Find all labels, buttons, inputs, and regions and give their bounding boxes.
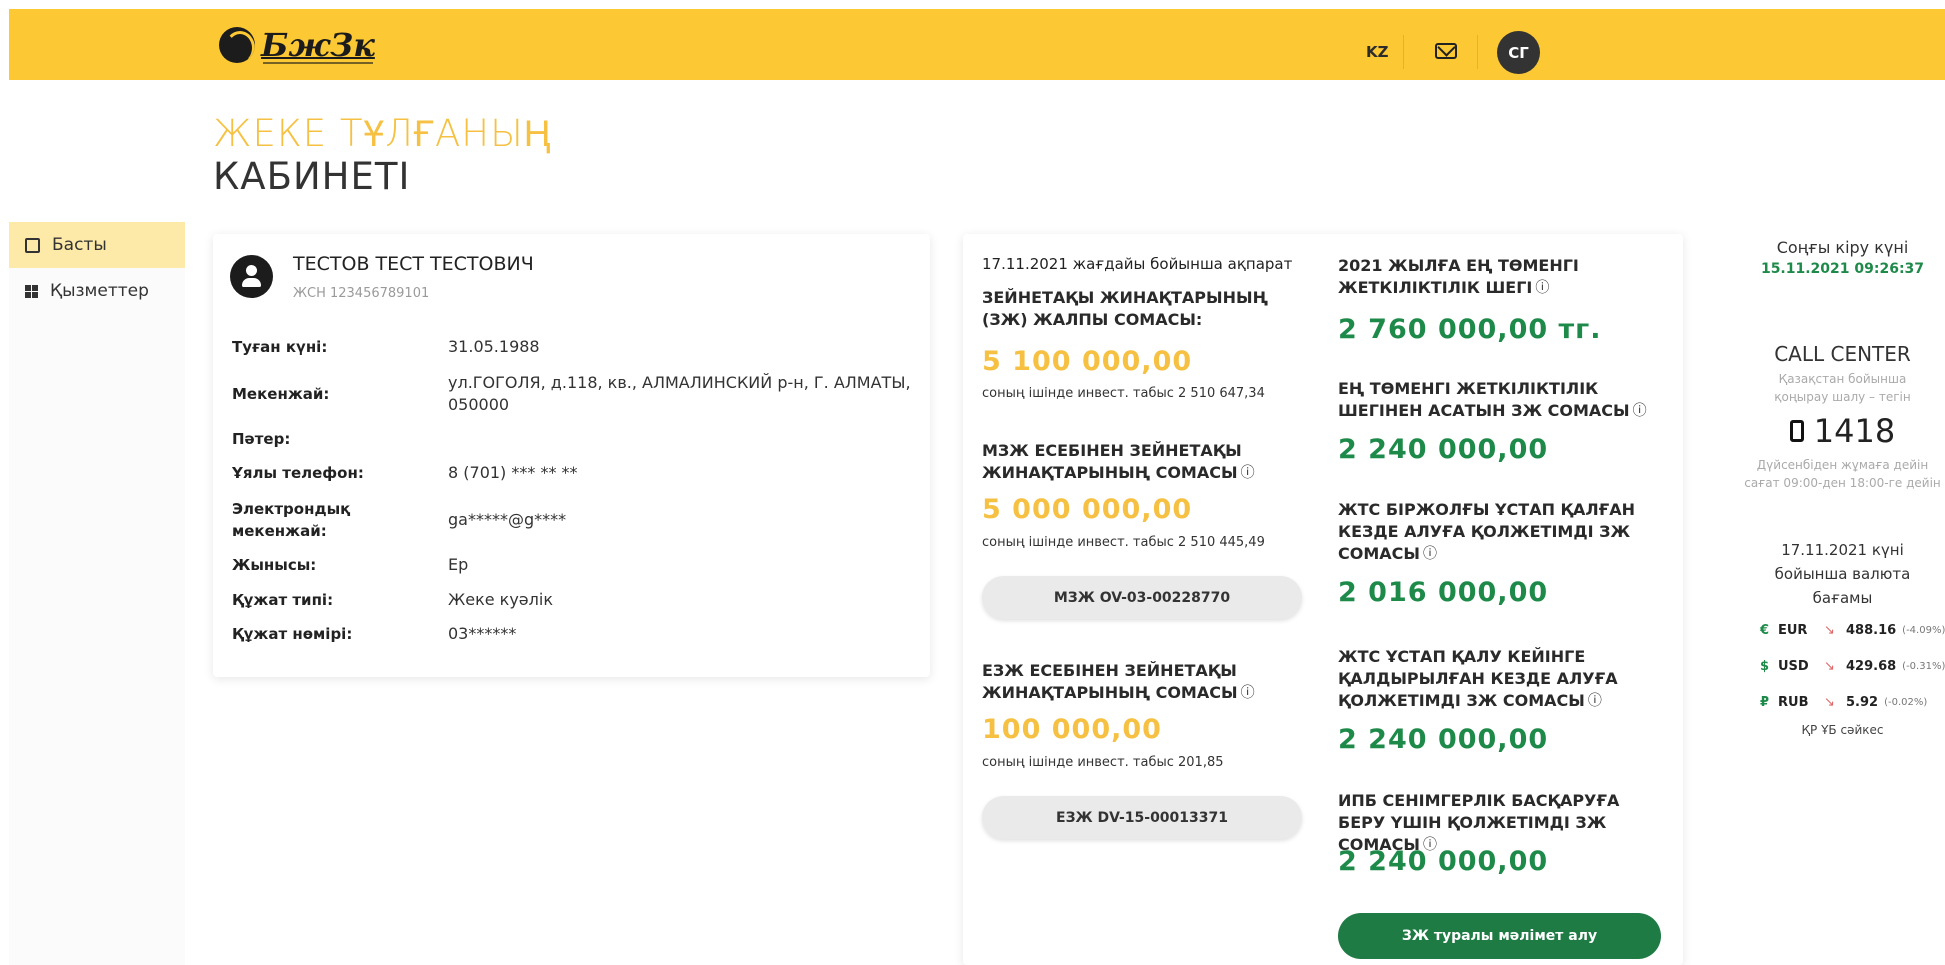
currency-row-usd: $ USD ↘ 429.68 (-0.31%) bbox=[1760, 659, 1945, 674]
field-value: ga*****@g**** bbox=[448, 510, 567, 529]
page-title-line1: ЖЕКЕ ТҰЛҒАНЫҢ bbox=[213, 112, 552, 155]
logo-emblem-icon bbox=[219, 27, 255, 63]
page-title-line2: КАБИНЕТІ bbox=[213, 155, 411, 198]
user-avatar[interactable]: СГ bbox=[1497, 31, 1540, 74]
field-value: ул.ГОГОЛЯ, д.118, кв., АЛМАЛИНСКИЙ р-н, … bbox=[448, 373, 911, 414]
field-label: Жынысы: bbox=[232, 556, 317, 574]
field-value bbox=[448, 428, 912, 450]
profile-row: Жынысы: Ер bbox=[232, 554, 912, 576]
field-value: 31.05.1988 bbox=[448, 337, 540, 356]
min-threshold-label: 2021 ЖЫЛҒА ЕҢ ТӨМЕНГІ ЖЕТКІЛІКТІЛІК ШЕГІ… bbox=[1338, 256, 1579, 297]
trend-down-icon: ↘ bbox=[1824, 695, 1835, 710]
total-savings-label: ЗЕЙНЕТАҚЫ ЖИНАҚТАРЫНЫҢ (ЗЖ) ЖАЛПЫ СОМАСЫ… bbox=[982, 288, 1268, 329]
grid-icon bbox=[25, 284, 38, 298]
dollar-icon: $ bbox=[1760, 659, 1770, 674]
field-label: Құжат типі: bbox=[232, 591, 334, 609]
currency-row-rub: ₽ RUB ↘ 5.92 (-0.02%) bbox=[1760, 695, 1928, 710]
min-threshold-amount: 2 760 000,00 тг. bbox=[1338, 314, 1602, 345]
last-login-label: Соңғы кіру күні bbox=[1776, 238, 1909, 257]
call-center-desc: қоңырау шалу – тегін bbox=[1774, 390, 1911, 404]
field-label: Мекенжай: bbox=[232, 385, 330, 403]
field-value: Жеке куәлік bbox=[448, 590, 553, 609]
total-savings-amount: 5 100 000,00 bbox=[982, 346, 1193, 377]
call-center-desc: Қазақстан бойынша bbox=[1778, 372, 1907, 386]
trend-down-icon: ↘ bbox=[1824, 659, 1835, 674]
sidebar-item-home[interactable]: Басты bbox=[9, 222, 185, 268]
zhts-deferred-amount: 2 240 000,00 bbox=[1338, 724, 1549, 755]
info-icon[interactable]: ⓘ bbox=[1241, 686, 1255, 700]
profile-row: Ұялы телефон: 8 (701) *** ** ** bbox=[232, 462, 912, 484]
rates-source: ҚР ҰБ сәйкес bbox=[1801, 723, 1884, 737]
trend-down-icon: ↘ bbox=[1824, 623, 1835, 638]
profile-name: ТЕСТОВ ТЕСТ ТЕСТОВИЧ bbox=[293, 253, 534, 275]
sidebar-item-services[interactable]: Қызметтер bbox=[9, 268, 185, 314]
ezj-savings-label: ЕЗЖ ЕСЕБІНЕН ЗЕЙНЕТАҚЫ ЖИНАҚТАРЫНЫҢ СОМА… bbox=[982, 661, 1255, 702]
call-center: CALL CENTER Қазақстан бойынша қоңырау ша… bbox=[1740, 342, 1945, 492]
mail-icon[interactable] bbox=[1435, 43, 1457, 59]
over-threshold-amount: 2 240 000,00 bbox=[1338, 434, 1549, 465]
phone-icon bbox=[1789, 420, 1804, 442]
total-savings-income: соның ішінде инвест. табыс 2 510 647,34 bbox=[982, 386, 1265, 401]
mzj-account-button[interactable]: МЗЖ OV-03-00228770 bbox=[982, 576, 1302, 619]
field-label: Ұялы телефон: bbox=[232, 464, 364, 482]
call-center-hours: Дүйсенбіден жұмаға дейін bbox=[1756, 458, 1929, 472]
sidebar-item-label: Басты bbox=[52, 235, 107, 255]
profile-row: Пәтер: bbox=[232, 428, 912, 450]
zhts-deferred-label: ЖТС ҰСТАП ҚАЛУ КЕЙІНГЕ ҚАЛДЫРЫЛҒАН КЕЗДЕ… bbox=[1338, 647, 1618, 710]
info-icon[interactable]: ⓘ bbox=[1588, 694, 1602, 708]
field-label: Туған күні: bbox=[232, 338, 328, 356]
ruble-icon: ₽ bbox=[1760, 695, 1770, 710]
info-icon[interactable]: ⓘ bbox=[1535, 281, 1549, 295]
call-center-title: CALL CENTER bbox=[1774, 342, 1911, 366]
info-icon[interactable]: ⓘ bbox=[1423, 547, 1437, 561]
ezj-account-button[interactable]: ЕЗЖ DV-15-00013371 bbox=[982, 796, 1302, 839]
info-icon[interactable]: ⓘ bbox=[1241, 466, 1255, 480]
call-center-phone[interactable]: 1418 bbox=[1740, 412, 1945, 450]
logo-text: БжЗк bbox=[261, 26, 375, 64]
pension-card: 17.11.2021 жағдайы бойынша ақпарат ЗЕЙНЕ… bbox=[963, 234, 1683, 965]
field-label: Пәтер: bbox=[232, 430, 291, 448]
field-label: Құжат нөмірі: bbox=[232, 625, 353, 643]
mzj-savings-label: МЗЖ ЕСЕБІНЕН ЗЕЙНЕТАҚЫ ЖИНАҚТАРЫНЫҢ СОМА… bbox=[982, 441, 1255, 482]
last-login: Соңғы кіру күні 15.11.2021 09:26:37 bbox=[1740, 238, 1945, 277]
profile-row: Туған күні: 31.05.1988 bbox=[232, 336, 912, 358]
profile-row: Мекенжай: ул.ГОГОЛЯ, д.118, кв., АЛМАЛИН… bbox=[232, 371, 912, 417]
ipb-amount: 2 240 000,00 bbox=[1338, 846, 1549, 877]
profile-iin: ЖСН 123456789101 bbox=[293, 286, 430, 301]
get-savings-info-button[interactable]: ЗЖ туралы мәлімет алу bbox=[1338, 913, 1661, 959]
profile-row: Электрондық мекенжай: ga*****@g**** bbox=[232, 497, 912, 543]
currency-row-eur: € EUR ↘ 488.16 (-4.09%) bbox=[1760, 623, 1945, 638]
info-date: 17.11.2021 жағдайы бойынша ақпарат bbox=[982, 255, 1293, 273]
logo[interactable]: БжЗк bbox=[219, 25, 375, 65]
field-value: Ер bbox=[448, 555, 469, 574]
person-icon bbox=[230, 255, 273, 298]
last-login-value: 15.11.2021 09:26:37 bbox=[1760, 261, 1925, 277]
top-bar: БжЗк KZ СГ bbox=[9, 9, 1945, 80]
field-value: 8 (701) *** ** ** bbox=[448, 463, 578, 482]
language-switch[interactable]: KZ bbox=[1366, 43, 1389, 61]
profile-card: ТЕСТОВ ТЕСТ ТЕСТОВИЧ ЖСН 123456789101 Ту… bbox=[213, 234, 930, 677]
profile-row: Құжат типі: Жеке куәлік bbox=[232, 589, 912, 611]
zhts-onetime-amount: 2 016 000,00 bbox=[1338, 577, 1549, 608]
ezj-savings-amount: 100 000,00 bbox=[982, 714, 1162, 745]
call-center-hours: сағат 09:00-ден 18:00-ге дейін bbox=[1744, 476, 1941, 490]
mzj-savings-amount: 5 000 000,00 bbox=[982, 494, 1193, 525]
euro-icon: € bbox=[1760, 623, 1770, 638]
field-value: 03****** bbox=[448, 624, 517, 643]
mzj-savings-income: соның ішінде инвест. табыс 2 510 445,49 bbox=[982, 535, 1265, 550]
info-icon[interactable]: ⓘ bbox=[1633, 404, 1647, 418]
currency-rates-title: 17.11.2021 күні бойынша валюта бағамы bbox=[1774, 541, 1911, 607]
sidebar: Басты Қызметтер bbox=[9, 222, 185, 965]
home-icon bbox=[25, 237, 40, 253]
over-threshold-label: ЕҢ ТӨМЕНГІ ЖЕТКІЛІКТІЛІК ШЕГІНЕН АСАТЫН … bbox=[1338, 379, 1647, 420]
profile-row: Құжат нөмірі: 03****** bbox=[232, 623, 912, 645]
zhts-onetime-label: ЖТС БІРЖОЛҒЫ ҰСТАП ҚАЛҒАН КЕЗДЕ АЛУҒА ҚО… bbox=[1338, 500, 1636, 563]
ezj-savings-income: соның ішінде инвест. табыс 201,85 bbox=[982, 755, 1224, 770]
sidebar-item-label: Қызметтер bbox=[50, 281, 149, 301]
field-label: Электрондық мекенжай: bbox=[232, 500, 351, 540]
